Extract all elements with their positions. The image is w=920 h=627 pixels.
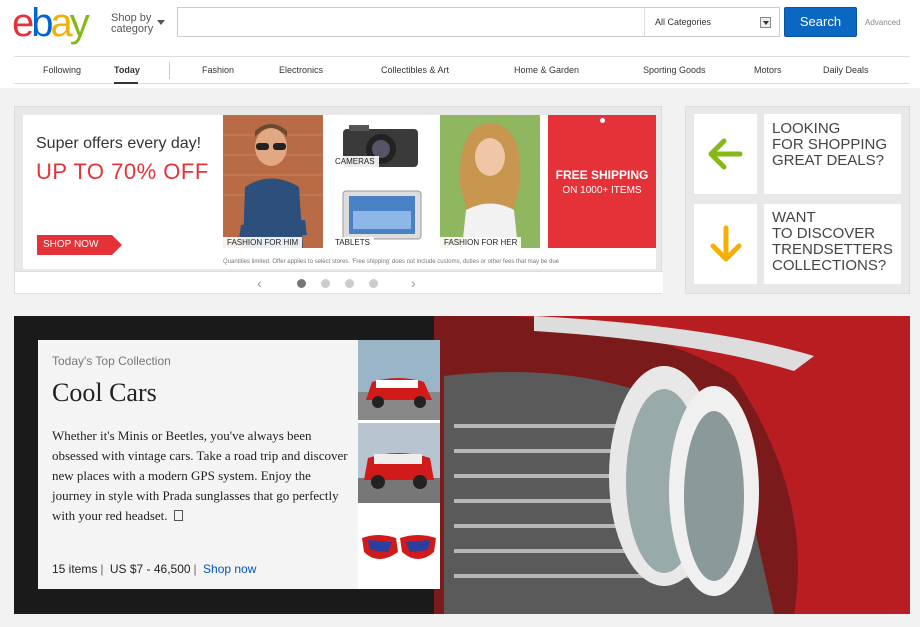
tile-caption: FASHION FOR HIM	[223, 237, 303, 248]
trends-text: WANT TO DISCOVER TRENDSETTERS COLLECTION…	[772, 209, 893, 274]
nav-item-sporting-goods[interactable]: Sporting Goods	[643, 65, 706, 75]
tile-caption: FASHION FOR HER	[440, 237, 522, 248]
nav-item-today[interactable]: Today	[114, 65, 140, 75]
collection-item-count: 15 items	[52, 562, 98, 576]
deals-text-box[interactable]: LOOKING FOR SHOPPING GREAT DEALS?	[764, 114, 901, 194]
collection-description: Whether it's Minis or Beetles, you've al…	[52, 426, 352, 526]
offer-tagline: Super offers every day!	[36, 135, 202, 152]
free-shipping-banner[interactable]: FREE SHIPPING ON 1000+ ITEMS	[548, 115, 656, 248]
logo-letter-e: e	[12, 1, 34, 45]
chevron-down-icon	[157, 20, 165, 25]
shop-now-button[interactable]: SHOP NOW	[37, 235, 123, 255]
tile-caption: CAMERAS	[331, 156, 379, 167]
collection-meta: 15 items | US $7 - 46,500 | Shop now	[52, 562, 257, 576]
logo-letter-a: a	[50, 1, 73, 45]
nav-item-motors[interactable]: Motors	[754, 65, 782, 75]
collection-price-range: US $7 - 46,500	[109, 562, 191, 576]
collection-thumbnail-images	[358, 340, 440, 589]
nav-item-electronics[interactable]: Electronics	[279, 65, 323, 75]
free-shipping-subtitle: ON 1000+ ITEMS	[562, 185, 642, 196]
man-image	[223, 115, 323, 248]
promo-slide: Super offers every day! UP TO 70% OFF SH…	[23, 115, 656, 269]
shop-now-link[interactable]: Shop now	[203, 562, 256, 576]
advanced-search-link[interactable]: Advanced	[865, 18, 901, 27]
arrow-down-icon	[710, 225, 742, 262]
ebay-logo[interactable]: ebay	[12, 1, 90, 45]
category-select[interactable]: All Categories	[644, 8, 779, 36]
nav-item-fashion[interactable]: Fashion	[202, 65, 234, 75]
tile-caption: TABLETS	[331, 237, 374, 248]
woman-image	[440, 115, 540, 248]
tile-fashion-for-her[interactable]: FASHION FOR HER	[440, 115, 540, 248]
search-button[interactable]: Search	[784, 7, 857, 37]
arrow-left-icon	[708, 138, 743, 170]
nav-item-following[interactable]: Following	[43, 65, 81, 75]
collection-kicker: Today's Top Collection	[52, 354, 171, 368]
shop-by-category-button[interactable]: Shop by category	[111, 13, 165, 35]
carousel-prev-icon[interactable]: ‹	[257, 275, 262, 291]
tile-fashion-for-him[interactable]: FASHION FOR HIM	[223, 115, 323, 248]
collection-description-text: Whether it's Minis or Beetles, you've al…	[52, 428, 348, 523]
trends-arrow-box[interactable]	[694, 204, 757, 284]
carousel-dot[interactable]	[321, 279, 330, 288]
carousel-dot[interactable]	[369, 279, 378, 288]
header: ebay Shop by category All Categories Sea…	[0, 0, 920, 88]
carousel-controls: ‹ ›	[15, 271, 663, 293]
carousel-dot[interactable]	[297, 279, 306, 288]
carousel-next-icon[interactable]: ›	[411, 275, 416, 291]
side-promo: LOOKING FOR SHOPPING GREAT DEALS? WANT T…	[685, 106, 910, 294]
deals-text: LOOKING FOR SHOPPING GREAT DEALS?	[772, 120, 888, 169]
nav-item-daily-deals[interactable]: Daily Deals	[823, 65, 869, 75]
promo-carousel: Super offers every day! UP TO 70% OFF SH…	[14, 106, 663, 294]
shop-by-line2: category	[111, 23, 154, 35]
collection-thumbnails	[358, 340, 440, 589]
offer-box: Super offers every day! UP TO 70% OFF SH…	[23, 115, 217, 265]
free-shipping-title: FREE SHIPPING	[555, 168, 649, 182]
category-nav: Following Today Fashion Electronics Coll…	[14, 56, 910, 84]
logo-letter-y: y	[69, 1, 90, 45]
logo-letter-b: b	[31, 1, 53, 45]
deals-arrow-box[interactable]	[694, 114, 757, 194]
tag-pin-icon	[600, 118, 605, 123]
dropdown-arrow-icon	[760, 17, 771, 28]
collection-title[interactable]: Cool Cars	[52, 378, 157, 408]
collection-banner: Today's Top Collection Cool Cars Whether…	[14, 316, 910, 614]
nav-divider	[169, 62, 170, 79]
camera-image	[343, 125, 418, 167]
category-select-value: All Categories	[655, 17, 712, 27]
trends-text-box[interactable]: WANT TO DISCOVER TRENDSETTERS COLLECTION…	[764, 204, 901, 284]
note-icon[interactable]	[173, 510, 183, 521]
nav-item-collectibles[interactable]: Collectibles & Art	[381, 65, 449, 75]
tile-cameras[interactable]: CAMERAS	[331, 115, 433, 179]
promo-disclaimer: Quantities limited. Offer applies to sel…	[223, 259, 560, 265]
nav-item-home-garden[interactable]: Home & Garden	[514, 65, 579, 75]
collection-card: Today's Top Collection Cool Cars Whether…	[38, 340, 358, 589]
tile-tablets[interactable]: TABLETS	[331, 185, 433, 248]
carousel-dot[interactable]	[345, 279, 354, 288]
nav-active-underline	[114, 82, 138, 84]
offer-headline: UP TO 70% OFF	[36, 159, 209, 184]
